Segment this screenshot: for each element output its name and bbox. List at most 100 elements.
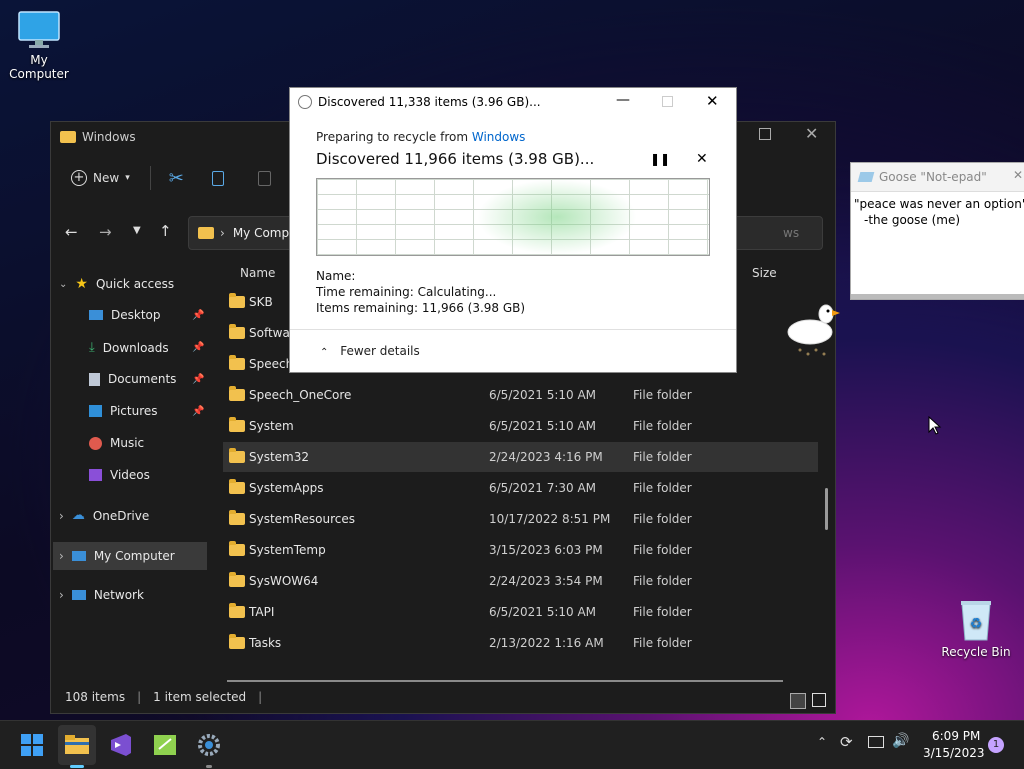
folder-icon: [229, 572, 245, 587]
download-icon: ⤓: [89, 340, 95, 355]
chevron-up-icon[interactable]: ⌃: [817, 735, 827, 749]
music-icon: [89, 436, 102, 450]
fewer-details-button[interactable]: ⌃ Fewer details: [320, 344, 420, 358]
column-header-size[interactable]: Size: [752, 266, 777, 280]
chevron-right-icon: ›: [220, 226, 225, 240]
sync-error-icon[interactable]: ⟳: [840, 733, 853, 751]
nav-item-videos[interactable]: Videos: [89, 468, 150, 482]
folder-icon: [229, 541, 245, 556]
nav-item-desktop[interactable]: Desktop 📌: [89, 308, 207, 322]
close-button[interactable]: ✕: [706, 92, 719, 110]
recycle-bin-icon: ♻: [961, 601, 991, 641]
desktop-icon-recycle-bin[interactable]: ♻ Recycle Bin: [940, 598, 1012, 659]
table-row[interactable]: SystemResources 10/17/2022 8:51 PM File fo…: [223, 504, 818, 534]
name-label: Name:: [316, 269, 356, 283]
nav-item-pictures[interactable]: Pictures 📌: [89, 404, 207, 418]
folder-icon: [60, 131, 76, 143]
table-row[interactable]: SysWOW64 2/24/2023 3:54 PM File folder: [223, 566, 818, 596]
divider: |: [137, 690, 142, 704]
window-title: Windows: [82, 130, 136, 144]
notepad-plus-icon[interactable]: [151, 731, 179, 759]
nav-item-music[interactable]: Music: [89, 436, 144, 450]
nav-item-downloads[interactable]: ⤓ Downloads 📌: [89, 340, 207, 355]
time-value: Calculating...: [417, 285, 497, 299]
progress-heading: Discovered 11,966 items (3.98 GB)...: [316, 150, 595, 168]
network-icon[interactable]: [868, 736, 884, 748]
vertical-scrollbar[interactable]: [825, 488, 828, 530]
nav-network[interactable]: › Network: [59, 588, 144, 602]
desktop-icon-my-computer[interactable]: My Computer: [0, 10, 78, 81]
column-header-name[interactable]: Name: [240, 266, 275, 280]
notepad-icon: [857, 172, 875, 182]
notepad-titlebar[interactable]: Goose "Not-epad" ✕: [851, 163, 1024, 192]
video-icon: [89, 469, 102, 481]
selection-count: 1 item selected: [153, 690, 247, 704]
maximize-button: [662, 96, 673, 107]
table-row[interactable]: SystemApps 6/5/2021 7:30 AM File folder: [223, 473, 818, 503]
chevron-down-icon: ▾: [125, 173, 130, 183]
table-row-selected[interactable]: System32 2/24/2023 4:16 PM File folder: [223, 442, 818, 472]
forward-arrow-icon[interactable]: →: [99, 223, 112, 241]
goose-icon: [787, 304, 840, 356]
clock-time[interactable]: 6:09 PM: [932, 729, 980, 743]
folder-icon: [229, 417, 245, 432]
folder-icon: [229, 510, 245, 525]
svg-text:♻: ♻: [970, 616, 983, 632]
file-explorer-taskbar-icon[interactable]: [63, 731, 91, 759]
pin-icon[interactable]: 📌: [192, 310, 204, 321]
chevron-down-icon[interactable]: ▼: [133, 225, 141, 236]
table-row[interactable]: Speech_OneCore 6/5/2021 5:10 AM File folde…: [223, 380, 818, 410]
back-arrow-icon[interactable]: ←: [65, 223, 78, 241]
search-box-placeholder[interactable]: ws: [783, 226, 799, 240]
nav-quick-access[interactable]: ⌄ ★ Quick access: [59, 276, 174, 292]
notification-badge[interactable]: 1: [988, 737, 1004, 753]
notepad-title: Goose "Not-epad": [879, 170, 987, 184]
horizontal-scrollbar[interactable]: [227, 680, 783, 682]
cancel-button[interactable]: ✕: [696, 151, 708, 167]
table-row[interactable]: System 6/5/2021 5:10 AM File folder: [223, 411, 818, 441]
pin-icon[interactable]: 📌: [192, 374, 204, 385]
folder-icon: [229, 603, 245, 618]
notepad-text[interactable]: "peace was never an option" -the goose (…: [851, 192, 1024, 232]
minimize-button[interactable]: —: [616, 92, 630, 108]
pause-button[interactable]: ❚❚: [650, 152, 670, 166]
new-button[interactable]: + New ▾: [71, 170, 130, 186]
pin-icon[interactable]: 📌: [192, 406, 204, 417]
chevron-right-icon: ›: [59, 588, 64, 602]
tiles-view-button[interactable]: [812, 693, 826, 707]
desktop-icon-label: Recycle Bin: [941, 645, 1011, 659]
dialog-titlebar[interactable]: Discovered 11,338 items (3.96 GB)... — ✕: [290, 88, 736, 116]
close-button[interactable]: ✕: [1013, 168, 1023, 182]
dialog-title: Discovered 11,338 items (3.96 GB)...: [318, 95, 541, 109]
cut-icon[interactable]: ✂: [169, 168, 184, 189]
details-view-button[interactable]: [790, 693, 806, 709]
settings-gear-icon[interactable]: [195, 731, 223, 759]
clock-icon: [298, 95, 312, 109]
pictures-icon: [89, 405, 102, 417]
table-row[interactable]: Tasks 2/13/2022 1:16 AM File folder: [223, 628, 818, 658]
desktop-icon: [89, 310, 103, 320]
nav-item-documents[interactable]: Documents 📌: [89, 372, 207, 386]
source-link[interactable]: Windows: [472, 130, 526, 144]
table-row[interactable]: TAPI 6/5/2021 5:10 AM File folder: [223, 597, 818, 627]
chevron-right-icon: ›: [59, 508, 64, 523]
table-row[interactable]: SystemTemp 3/15/2023 6:03 PM File folder: [223, 535, 818, 565]
paste-icon[interactable]: [257, 170, 271, 186]
clock-date[interactable]: 3/15/2023: [923, 746, 985, 760]
maximize-button[interactable]: [759, 128, 771, 140]
notepad-bottom-border: [851, 294, 1024, 299]
folder-icon: [229, 479, 245, 494]
nav-my-computer[interactable]: › My Computer: [53, 542, 207, 570]
nav-onedrive[interactable]: › ☁ OneDrive: [59, 508, 149, 523]
time-label: Time remaining:: [316, 285, 414, 299]
breadcrumb[interactable]: My Compu: [233, 226, 297, 240]
close-button[interactable]: ✕: [805, 124, 818, 143]
pin-icon[interactable]: 📌: [192, 342, 204, 353]
up-arrow-icon[interactable]: ↑: [159, 222, 172, 240]
details-block: Name: Time remaining: Calculating... Ite…: [316, 268, 525, 316]
copy-icon[interactable]: [211, 170, 224, 186]
start-windows-icon[interactable]: [18, 731, 46, 759]
volume-icon[interactable]: 🔊: [892, 733, 909, 749]
visual-studio-icon[interactable]: [107, 731, 135, 759]
folder-icon: [229, 293, 245, 308]
